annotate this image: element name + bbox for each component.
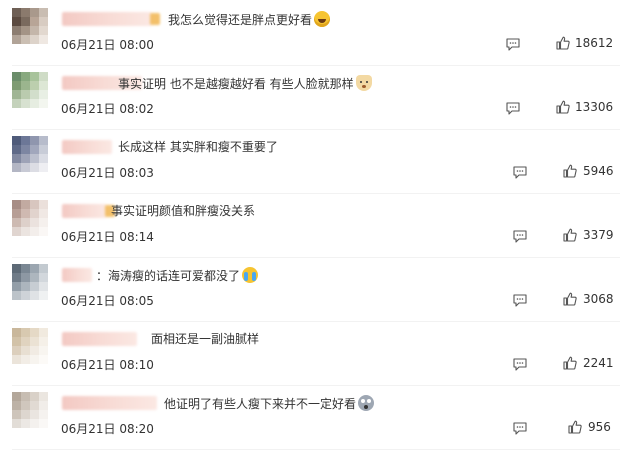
reply-icon[interactable]: [506, 100, 520, 115]
comment-text-content: 长成这样 其实胖和瘦不重要了: [118, 140, 278, 154]
comment-item: 长成这样 其实胖和瘦不重要了 06月21日 08:03 5946: [0, 130, 630, 194]
comment-timestamp: 06月21日 08:02: [61, 102, 154, 116]
comment-text: 事实证明 也不是越瘦越好看 有些人脸就那样: [118, 75, 372, 92]
comment-timestamp: 06月21日 08:20: [61, 422, 154, 436]
comment-timestamp: 06月21日 08:03: [61, 166, 154, 180]
like-icon[interactable]: [563, 355, 577, 370]
comment-text: 他证明了有些人瘦下来并不一定好看: [164, 395, 375, 412]
comment-text-content: 他证明了有些人瘦下来并不一定好看: [164, 397, 357, 411]
reply-icon[interactable]: [513, 292, 527, 307]
comment-item: 事实证明颜值和胖瘦没关系 06月21日 08:14 3379: [0, 194, 630, 258]
username-redacted[interactable]: [62, 204, 115, 218]
like-icon[interactable]: [563, 163, 577, 178]
comment-text: ：海涛瘦的话连可爱都没了: [96, 267, 259, 284]
username-redacted[interactable]: [62, 396, 157, 410]
comment-item: 我怎么觉得还是胖点更好看 06月21日 08:00 18612: [0, 2, 630, 66]
comment-text-content: 我怎么觉得还是胖点更好看: [168, 13, 313, 27]
avatar[interactable]: [12, 136, 48, 172]
comment-timestamp: 06月21日 08:00: [61, 38, 154, 52]
avatar[interactable]: [12, 8, 48, 44]
like-count: 956: [588, 420, 611, 434]
username-redacted-tail: [150, 13, 160, 25]
avatar[interactable]: [12, 200, 48, 236]
like-count: 3379: [583, 228, 614, 242]
laugh-emoji: [314, 11, 331, 27]
comment-item: 事实证明 也不是越瘦越好看 有些人脸就那样 06月21日 08:02 13306: [0, 66, 630, 130]
like-count: 2241: [583, 356, 614, 370]
dog-emoji: [355, 75, 372, 91]
like-icon[interactable]: [563, 291, 577, 306]
avatar[interactable]: [12, 264, 48, 300]
avatar[interactable]: [12, 392, 48, 428]
comment-text-content: 面相还是一副油腻样: [151, 332, 260, 346]
comment-item: 面相还是一副油腻样 06月21日 08:10 2241: [0, 322, 630, 386]
like-icon[interactable]: [568, 419, 582, 434]
comment-timestamp: 06月21日 08:10: [61, 358, 154, 372]
like-count: 5946: [583, 164, 614, 178]
comment-text-content: ：海涛瘦的话连可爱都没了: [96, 269, 241, 283]
comment-text-content: 事实证明颜值和胖瘦没关系: [111, 204, 256, 218]
reply-icon[interactable]: [513, 356, 527, 371]
username-redacted[interactable]: [62, 268, 92, 282]
username-redacted[interactable]: [62, 332, 137, 346]
comment-text: 我怎么觉得还是胖点更好看: [168, 11, 331, 28]
cry-emoji: [242, 267, 259, 283]
avatar[interactable]: [12, 72, 48, 108]
comment-item: ：海涛瘦的话连可爱都没了 06月21日 08:05 3068: [0, 258, 630, 322]
like-icon[interactable]: [556, 99, 570, 114]
comment-timestamp: 06月21日 08:05: [61, 294, 154, 308]
comment-item: 他证明了有些人瘦下来并不一定好看 06月21日 08:20 956: [0, 386, 630, 450]
like-count: 13306: [575, 100, 614, 114]
like-icon[interactable]: [563, 227, 577, 242]
comment-text-content: 事实证明 也不是越瘦越好看 有些人脸就那样: [118, 77, 354, 91]
comment-text: 事实证明颜值和胖瘦没关系: [111, 203, 255, 219]
comment-text: 面相还是一副油腻样: [151, 331, 259, 347]
username-redacted[interactable]: [62, 140, 112, 154]
comment-timestamp: 06月21日 08:14: [61, 230, 154, 244]
reply-icon[interactable]: [506, 36, 520, 51]
like-count: 3068: [583, 292, 614, 306]
avatar[interactable]: [12, 328, 48, 364]
like-icon[interactable]: [556, 35, 570, 50]
reply-icon[interactable]: [513, 228, 527, 243]
shock-emoji: [358, 395, 375, 411]
reply-icon[interactable]: [513, 420, 527, 435]
like-count: 18612: [575, 36, 614, 50]
reply-icon[interactable]: [513, 164, 527, 179]
comment-text: 长成这样 其实胖和瘦不重要了: [118, 139, 278, 155]
username-redacted[interactable]: [62, 12, 160, 26]
